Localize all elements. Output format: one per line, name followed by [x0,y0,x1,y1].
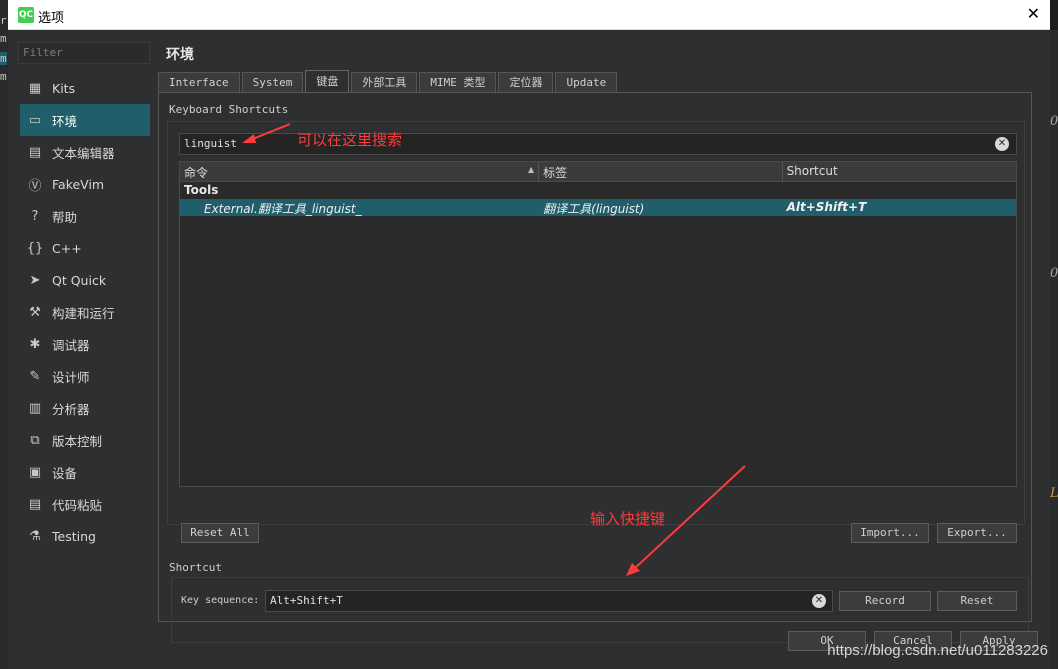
sidebar-item-build-run[interactable]: ⚒ 构建和运行 [20,296,150,328]
record-button[interactable]: Record [839,591,931,611]
sort-ascending-icon: ▲ [527,165,535,174]
import-button[interactable]: Import... [851,523,929,543]
title-bar: QC 选项 ✕ [8,0,1050,30]
sidebar-item-label: 分析器 [52,401,90,417]
background-window-edge: r m m m [0,0,8,669]
sidebar-item-analyzer[interactable]: ▥ 分析器 [20,392,150,424]
tab-keyboard[interactable]: 键盘 [305,70,350,92]
close-icon[interactable]: ✕ [1027,4,1040,23]
qt-creator-logo-icon: QC [18,7,34,23]
column-header-shortcut[interactable]: Shortcut [783,162,1016,182]
sidebar-item-code-paste[interactable]: ▤ 代码粘贴 [20,488,150,520]
key-sequence-label: Key sequence: [181,595,260,606]
sidebar-item-label: Kits [52,80,76,96]
sidebar-item-cpp[interactable]: {} C++ [20,232,150,264]
shortcut-group-title: Shortcut [169,561,222,574]
page-title: 环境 [166,47,194,63]
sidebar-item-label: 设备 [52,465,78,481]
sidebar-item-version-control[interactable]: ⧉ 版本控制 [20,424,150,456]
background-char: 0 [1050,266,1058,281]
column-header-label-col[interactable]: 标签 [539,162,783,182]
sidebar-item-label: 设计师 [52,369,90,385]
sidebar-item-designer[interactable]: ✎ 设计师 [20,360,150,392]
tab-mime-types[interactable]: MIME 类型 [419,72,497,92]
input-hint-annotation: 输入快捷键 [590,510,666,528]
clear-search-icon[interactable]: ✕ [995,137,1009,151]
pencil-icon: ✎ [29,368,41,384]
background-char: m [0,70,7,83]
sidebar-item-label: 环境 [52,113,78,129]
sidebar-item-help[interactable]: ? 帮助 [20,200,150,232]
sidebar-item-label: Qt Quick [52,272,107,288]
command-cell: External.翻译工具_linguist_ [204,202,362,216]
sidebar-item-environment[interactable]: ▭ 环境 [20,104,150,136]
sidebar-item-testing[interactable]: ⚗ Testing [20,520,150,552]
tab-external-tools[interactable]: 外部工具 [351,72,418,92]
search-hint-annotation: 可以在这里搜索 [297,131,403,149]
column-header-label: 命令 [184,166,209,180]
sidebar-item-label: 版本控制 [52,433,103,449]
table-header: 命令 ▲ 标签 Shortcut [180,162,1016,182]
background-window-right-edge: 0 0 L [1050,30,1058,669]
sidebar-item-label: 构建和运行 [52,305,115,321]
shortcuts-table: 命令 ▲ 标签 Shortcut Tools External.翻译工具_ling… [179,161,1017,487]
keyboard-panel: Keyboard Shortcuts linguist ✕ 命令 ▲ 标签 Sho… [158,92,1032,643]
sidebar-item-devices[interactable]: ▣ 设备 [20,456,150,488]
background-char: m [0,32,7,45]
tab-update[interactable]: Update [555,72,618,92]
sidebar-item-text-editor[interactable]: ▤ 文本编辑器 [20,136,150,168]
export-button[interactable]: Export... [937,523,1017,543]
sidebar-item-qt-quick[interactable]: ➤ Qt Quick [20,264,150,296]
watermark: https://blog.csdn.net/u011283226 [827,642,1048,659]
column-header-label: Shortcut [786,164,838,178]
background-char: 0 [1050,114,1058,129]
hammer-icon: ⚒ [29,304,41,320]
tab-bar: Interface System 键盘 外部工具 MIME 类型 定位器 Upd… [158,70,619,92]
label-cell: 翻译工具(linguist) [543,202,645,216]
sidebar-item-label: C++ [52,240,82,256]
sidebar-item-kits[interactable]: ▦ Kits [20,72,150,104]
options-dialog: Filter ▦ Kits ▭ 环境 ▤ 文本编辑器 Ⓥ FakeVim ? 帮助 {} C… [8,30,1050,669]
sidebar-item-fakevim[interactable]: Ⓥ FakeVim [20,168,150,200]
monitor-icon: ▭ [28,112,42,128]
version-control-icon: ⧉ [30,432,40,448]
sidebar-item-label: 帮助 [52,209,78,225]
kits-icon: ▦ [28,80,42,96]
tab-locator[interactable]: 定位器 [498,72,554,92]
sidebar: ▦ Kits ▭ 环境 ▤ 文本编辑器 Ⓥ FakeVim ? 帮助 {} C++ ➤ Qt … [20,72,150,552]
shortcut-cell: Alt+Shift+T [786,200,867,214]
device-icon: ▣ [28,464,42,480]
reset-shortcut-button[interactable]: Reset [937,591,1017,611]
background-char: L [1050,486,1058,501]
background-char: r [0,14,7,27]
flask-icon: ⚗ [29,528,41,544]
bug-icon: ✱ [29,336,41,352]
sidebar-item-label: 文本编辑器 [52,145,115,161]
analyzer-icon: ▥ [28,400,42,416]
window-title: 选项 [38,11,65,26]
reset-all-button[interactable]: Reset All [181,523,259,543]
table-group-tools[interactable]: Tools [180,182,1016,199]
key-sequence-input[interactable]: Alt+Shift+T [265,590,833,612]
tab-interface[interactable]: Interface [158,72,240,92]
braces-icon: {} [26,240,44,256]
column-header-command[interactable]: 命令 ▲ [180,162,540,182]
sidebar-item-label: FakeVim [52,176,105,192]
tab-system[interactable]: System [241,72,304,92]
sidebar-item-debugger[interactable]: ✱ 调试器 [20,328,150,360]
help-icon: ? [31,208,39,224]
sidebar-item-label: 调试器 [52,337,90,353]
sidebar-item-label: Testing [52,528,96,544]
sidebar-item-label: 代码粘贴 [52,497,103,513]
clipboard-icon: ▤ [28,496,42,512]
filter-input[interactable]: Filter [18,42,150,64]
column-header-label: 标签 [543,166,568,180]
table-row[interactable]: External.翻译工具_linguist_ 翻译工具(linguist) A… [180,199,1016,216]
keyboard-shortcuts-title: Keyboard Shortcuts [169,103,289,116]
paper-plane-icon: ➤ [29,272,41,288]
fakevim-icon: Ⓥ [28,178,42,194]
text-editor-icon: ▤ [28,144,42,160]
background-char: m [0,52,7,65]
clear-key-sequence-icon[interactable]: ✕ [812,594,826,608]
